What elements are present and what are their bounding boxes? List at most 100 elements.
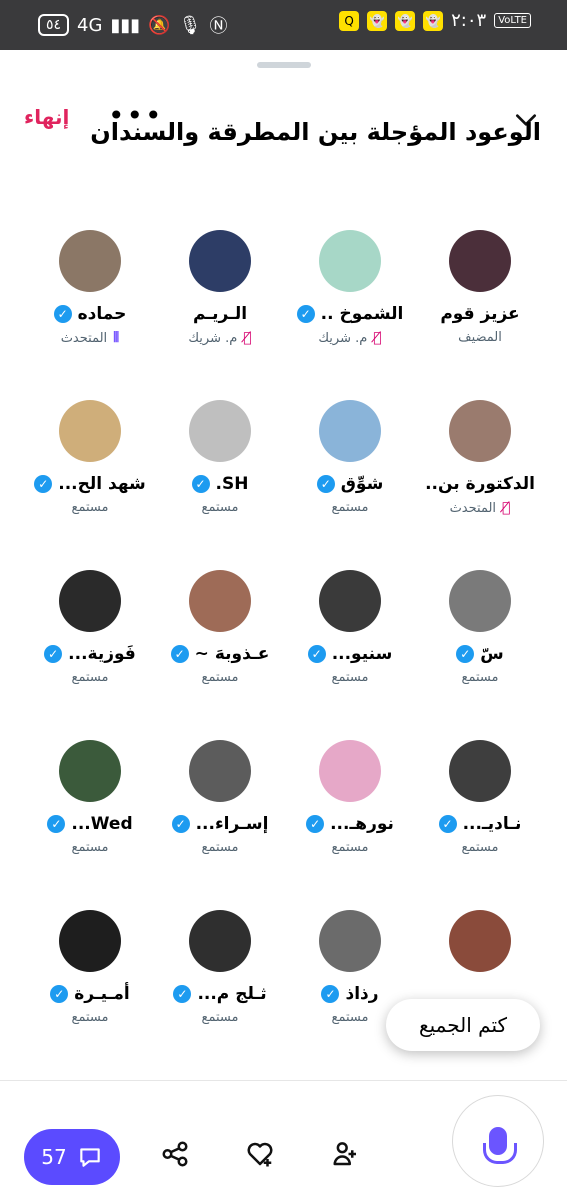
microphone-button[interactable]	[452, 1095, 544, 1187]
participant-role-row: 🎙̸ م. شريك	[155, 330, 285, 346]
participant-card[interactable]: أمـيـرة ✓ مستمع	[25, 910, 155, 1025]
snapchat-icon-2: 👻	[395, 10, 416, 31]
participant-card[interactable]: Wed... ✓ مستمع	[25, 740, 155, 855]
verified-badge-icon: ✓	[173, 985, 192, 1003]
network-icon: 4G	[77, 14, 103, 36]
participant-card[interactable]: حماده ✓ ⦀ المتحدث	[25, 230, 155, 346]
participant-role: مستمع	[201, 500, 239, 515]
participant-name-row: أمـيـرة ✓	[25, 984, 155, 1004]
participant-name: نورهـ...	[330, 814, 394, 834]
participant-role: مستمع	[71, 840, 109, 855]
participant-card[interactable]	[415, 910, 545, 984]
participant-name: الـريـم	[192, 304, 248, 324]
participant-card[interactable]: SH. ✓ مستمع	[155, 400, 285, 515]
participant-name-row: Wed... ✓	[25, 814, 155, 834]
participant-role-row: مستمع	[25, 500, 155, 515]
participant-name-row: الـريـم	[155, 304, 285, 324]
participant-name: أمـيـرة	[74, 984, 130, 1004]
verified-badge-icon: ✓	[306, 815, 325, 833]
participant-role-row: مستمع	[285, 840, 415, 855]
verified-badge-icon: ✓	[307, 645, 326, 663]
participant-name-row: عزيز قوم	[415, 304, 545, 324]
participant-name: شهد الح...	[58, 474, 146, 494]
participant-name-row: شهد الح... ✓	[25, 474, 155, 494]
avatar	[319, 230, 381, 292]
participant-card[interactable]: نـاديـ... ✓ مستمع	[415, 740, 545, 855]
mute-all-button[interactable]: كتم الجميع	[386, 999, 540, 1051]
avatar	[59, 570, 121, 632]
status-left: ٥٤ 4G ▮▮▮ 🔕 🎙 Ⓝ	[38, 12, 227, 38]
status-right: Q 👻 👻 👻 ٢:٠٣ VoLTE	[339, 10, 531, 31]
participant-role: م. شريك	[188, 330, 238, 346]
participant-role: مستمع	[461, 840, 499, 855]
people-icon[interactable]	[330, 1139, 362, 1169]
participant-card[interactable]: عزيز قوم المضيف	[415, 230, 545, 345]
verified-badge-icon: ✓	[321, 985, 340, 1003]
participant-role-row: مستمع	[155, 500, 285, 515]
participant-name: حماده	[77, 304, 127, 324]
avatar	[189, 740, 251, 802]
participant-name-row: فَوزية... ✓	[25, 644, 155, 664]
participant-role-row: مستمع	[415, 670, 545, 685]
participant-role: م. شريك	[318, 330, 368, 346]
participant-card[interactable]: الـريـم 🎙̸ م. شريك	[155, 230, 285, 346]
react-heart-icon[interactable]	[244, 1139, 276, 1169]
verified-badge-icon: ✓	[170, 645, 189, 663]
app-notification-icon: Q	[339, 10, 360, 31]
participant-card[interactable]: إسـراء... ✓ مستمع	[155, 740, 285, 855]
avatar	[189, 400, 251, 462]
snapchat-icon-3: 👻	[423, 10, 444, 31]
participant-role-row: مستمع	[155, 840, 285, 855]
participant-card[interactable]: نورهـ... ✓ مستمع	[285, 740, 415, 855]
comments-count: 57	[41, 1145, 67, 1169]
participant-name-row: حماده ✓	[25, 304, 155, 324]
signal-icon: ▮▮▮	[110, 14, 141, 36]
participant-name-row: سّ ✓	[415, 644, 545, 664]
participant-role: مستمع	[71, 1010, 109, 1025]
participant-name-row: نورهـ... ✓	[285, 814, 415, 834]
verified-badge-icon: ✓	[171, 815, 190, 833]
mic-muted-icon: 🎙̸	[373, 330, 382, 346]
participant-card[interactable]: الشموخ .. ✓ 🎙̸ م. شريك	[285, 230, 415, 346]
mic-muted-icon: 🎙̸	[243, 330, 252, 346]
participant-card[interactable]: سنيو... ✓ مستمع	[285, 570, 415, 685]
participant-card[interactable]: شهد الح... ✓ مستمع	[25, 400, 155, 515]
avatar	[189, 910, 251, 972]
avatar	[319, 570, 381, 632]
participant-role-row: مستمع	[415, 840, 545, 855]
participant-role-row: مستمع	[25, 670, 155, 685]
participant-card[interactable]: شوِّق ✓ مستمع	[285, 400, 415, 515]
participant-card[interactable]: الدكتورة بن.. 🎙̸ المتحدث	[415, 400, 545, 516]
participant-role: مستمع	[331, 670, 369, 685]
participant-role: مستمع	[71, 500, 109, 515]
participant-role-row: مستمع	[155, 1010, 285, 1025]
sheet-handle[interactable]	[257, 62, 311, 68]
verified-badge-icon: ✓	[53, 305, 72, 323]
avatar	[59, 230, 121, 292]
participant-name: شوِّق	[340, 474, 384, 494]
avatar	[449, 230, 511, 292]
share-icon[interactable]	[160, 1139, 190, 1169]
participant-role: مستمع	[461, 670, 499, 685]
participant-role: مستمع	[201, 670, 239, 685]
avatar	[189, 570, 251, 632]
verified-badge-icon: ✓	[50, 985, 69, 1003]
comments-button[interactable]: 57	[24, 1129, 120, 1185]
verified-badge-icon: ✓	[438, 815, 457, 833]
participant-role-row: 🎙̸ المتحدث	[415, 500, 545, 516]
participant-card[interactable]: ثـلج م... ✓ مستمع	[155, 910, 285, 1025]
mic-muted-icon: 🎙̸	[502, 500, 511, 516]
participant-card[interactable]: سّ ✓ مستمع	[415, 570, 545, 685]
participant-role-row: مستمع	[285, 670, 415, 685]
participant-name: ثـلج م...	[197, 984, 267, 1004]
comment-bubble-icon	[79, 1148, 100, 1167]
nfc-icon: Ⓝ	[209, 16, 228, 37]
participant-card[interactable]: فَوزية... ✓ مستمع	[25, 570, 155, 685]
participant-name-row: عـذوبهَ ~ ✓	[155, 644, 285, 664]
participant-card[interactable]: عـذوبهَ ~ ✓ مستمع	[155, 570, 285, 685]
avatar	[59, 400, 121, 462]
participant-name: إسـراء...	[195, 814, 269, 834]
avatar	[449, 570, 511, 632]
participant-role-row: مستمع	[285, 500, 415, 515]
participant-role-row: مستمع	[25, 840, 155, 855]
